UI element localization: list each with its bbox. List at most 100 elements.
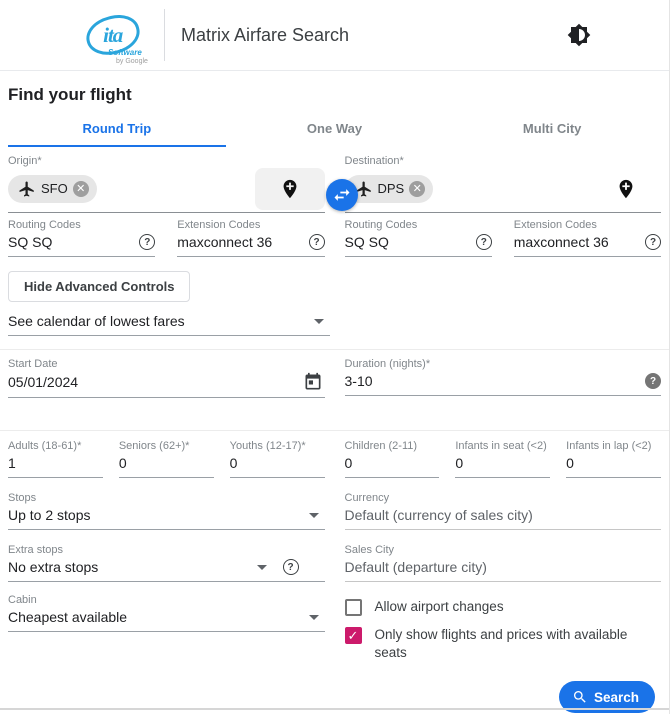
currency-field[interactable]: Currency Default (currency of sales city…	[344, 492, 662, 530]
youths-field[interactable]: Youths (12-17)* 0	[229, 440, 325, 478]
infants-in-lap-label: Infants in lap (<2)	[566, 440, 652, 452]
adults-field[interactable]: Adults (18-61)* 1	[8, 440, 103, 478]
add-location-icon	[283, 179, 296, 198]
passengers-row: Adults (18-61)* 1 Seniors (62+)* 0 Youth…	[8, 440, 661, 478]
chevron-down-icon	[256, 564, 267, 570]
seniors-label: Seniors (62+)*	[118, 440, 190, 452]
checkbox-checked-icon[interactable]: ✓	[344, 627, 362, 644]
routing-codes-value[interactable]: SQ SQ	[8, 234, 139, 250]
outbound-extension-codes-field[interactable]: Extension Codes maxconnect 36 ?	[177, 219, 325, 257]
matrix-airfare-search-app: ita Software by Google Matrix Airfare Se…	[0, 0, 670, 714]
destination-nearby-airports-button[interactable]	[591, 168, 661, 210]
routing-codes-help-icon[interactable]: ?	[139, 234, 156, 250]
stops-select[interactable]: Stops Up to 2 stops	[8, 492, 325, 530]
extension-codes-label: Extension Codes	[177, 219, 261, 231]
ita-software-logo: ita Software by Google	[82, 10, 148, 65]
routing-codes-label: Routing Codes	[8, 219, 81, 231]
adults-label: Adults (18-61)*	[8, 440, 82, 452]
tab-multi-city[interactable]: Multi City	[443, 115, 661, 147]
extra-stops-value: No extra stops	[8, 559, 99, 575]
origin-chip-remove-icon[interactable]: ✕	[72, 180, 89, 197]
stops-currency-row: Stops Up to 2 stops Currency Default (cu…	[8, 492, 661, 530]
start-date-value[interactable]: 05/01/2024	[8, 374, 303, 390]
destination-field[interactable]: Destination* DPS ✕	[344, 155, 661, 213]
duration-label: Duration (nights)*	[344, 358, 431, 370]
origin-field[interactable]: Origin* SFO ✕	[8, 155, 325, 213]
routing-codes-value[interactable]: SQ SQ	[345, 234, 476, 250]
swap-horizontal-icon	[334, 189, 350, 201]
seniors-value[interactable]: 0	[119, 455, 214, 471]
duration-help-icon[interactable]: ?	[645, 373, 661, 389]
calendar-of-lowest-fares-select[interactable]: See calendar of lowest fares	[8, 310, 330, 336]
children-label: Children (2-11)	[344, 440, 418, 452]
logo-by-google-text: by Google	[116, 58, 148, 65]
duration-value[interactable]: 3-10	[345, 373, 646, 389]
extension-codes-help-icon[interactable]: ?	[308, 234, 325, 250]
destination-chip-label: DPS	[377, 181, 405, 196]
adults-value[interactable]: 1	[8, 455, 103, 471]
extension-codes-value[interactable]: maxconnect 36	[514, 234, 645, 250]
routing-codes-help-icon[interactable]: ?	[475, 234, 492, 250]
dates-row: Start Date 05/01/2024 Duration (nights)*…	[8, 358, 661, 398]
available-seats-label: Only show flights and prices with availa…	[374, 627, 628, 660]
available-seats-checkbox[interactable]: ✓ Only show flights and prices with avai…	[344, 626, 662, 661]
duration-field[interactable]: Duration (nights)* 3-10 ?	[344, 358, 661, 398]
infants-in-seat-field[interactable]: Infants in seat (<2) 0	[455, 440, 551, 478]
section-divider	[0, 430, 669, 431]
search-button-label: Search	[593, 689, 639, 705]
destination-chip-remove-icon[interactable]: ✕	[409, 180, 426, 197]
chevron-down-icon	[314, 318, 324, 324]
seniors-field[interactable]: Seniors (62+)* 0	[118, 440, 214, 478]
search-form: Find your flight Round Trip One Way Mult…	[0, 71, 669, 714]
sales-city-label: Sales City	[344, 544, 395, 556]
tab-round-trip[interactable]: Round Trip	[8, 115, 226, 147]
origin-nearby-airports-button[interactable]	[254, 167, 325, 210]
calendar-select-value: See calendar of lowest fares	[8, 313, 185, 329]
extension-codes-label: Extension Codes	[513, 219, 597, 231]
logo-software-text: Software	[108, 48, 142, 57]
swap-origin-destination-button[interactable]	[326, 179, 358, 211]
children-field[interactable]: Children (2-11) 0	[344, 440, 440, 478]
logo-ita-text: ita	[103, 22, 123, 47]
cabin-value: Cheapest available	[8, 609, 128, 625]
cabin-select[interactable]: Cabin Cheapest available	[8, 594, 325, 632]
youths-value[interactable]: 0	[230, 455, 325, 471]
return-extension-codes-field[interactable]: Extension Codes maxconnect 36 ?	[513, 219, 661, 257]
extra-stops-select[interactable]: Extra stops No extra stops ?	[8, 544, 325, 582]
extrastops-salescity-row: Extra stops No extra stops ? Sales City …	[8, 544, 661, 582]
allow-airport-changes-checkbox[interactable]: Allow airport changes	[344, 598, 662, 616]
hide-advanced-controls-button[interactable]: Hide Advanced Controls	[8, 271, 191, 302]
calendar-icon[interactable]	[303, 372, 323, 392]
section-divider	[0, 349, 669, 350]
outbound-routing-codes-field[interactable]: Routing Codes SQ SQ ?	[8, 219, 156, 257]
routing-codes-label: Routing Codes	[344, 219, 418, 231]
sales-city-value[interactable]: Default (departure city)	[345, 559, 662, 575]
chevron-down-icon	[308, 512, 319, 518]
currency-label: Currency	[344, 492, 390, 504]
extension-codes-value[interactable]: maxconnect 36	[177, 234, 308, 250]
children-value[interactable]: 0	[345, 455, 440, 471]
checkbox-unchecked-icon[interactable]	[344, 599, 362, 616]
return-routing-codes-field[interactable]: Routing Codes SQ SQ ?	[344, 219, 492, 257]
app-header: ita Software by Google Matrix Airfare Se…	[0, 0, 669, 71]
origin-destination-row: Origin* SFO ✕ Destination* DPS ✕	[8, 155, 661, 213]
page-title: Find your flight	[8, 85, 132, 104]
extension-codes-help-icon[interactable]: ?	[645, 234, 661, 250]
infants-in-seat-value[interactable]: 0	[455, 455, 550, 471]
destination-airport-chip[interactable]: DPS ✕	[344, 174, 434, 203]
infants-in-lap-field[interactable]: Infants in lap (<2) 0	[566, 440, 661, 478]
extra-stops-help-icon[interactable]: ?	[282, 559, 299, 575]
infants-in-lap-value[interactable]: 0	[566, 455, 661, 471]
tab-one-way[interactable]: One Way	[226, 115, 444, 147]
header-divider	[164, 9, 165, 61]
currency-value[interactable]: Default (currency of sales city)	[345, 507, 662, 523]
start-date-field[interactable]: Start Date 05/01/2024	[8, 358, 325, 398]
sales-city-field[interactable]: Sales City Default (departure city)	[344, 544, 662, 582]
trip-type-tabs: Round Trip One Way Multi City	[8, 115, 661, 147]
origin-airport-chip[interactable]: SFO ✕	[8, 174, 97, 203]
add-location-icon	[619, 179, 633, 198]
dark-mode-toggle-icon[interactable]	[567, 23, 591, 47]
youths-label: Youths (12-17)*	[229, 440, 306, 452]
airplane-icon	[19, 181, 34, 196]
card-bottom-edge	[0, 708, 669, 710]
